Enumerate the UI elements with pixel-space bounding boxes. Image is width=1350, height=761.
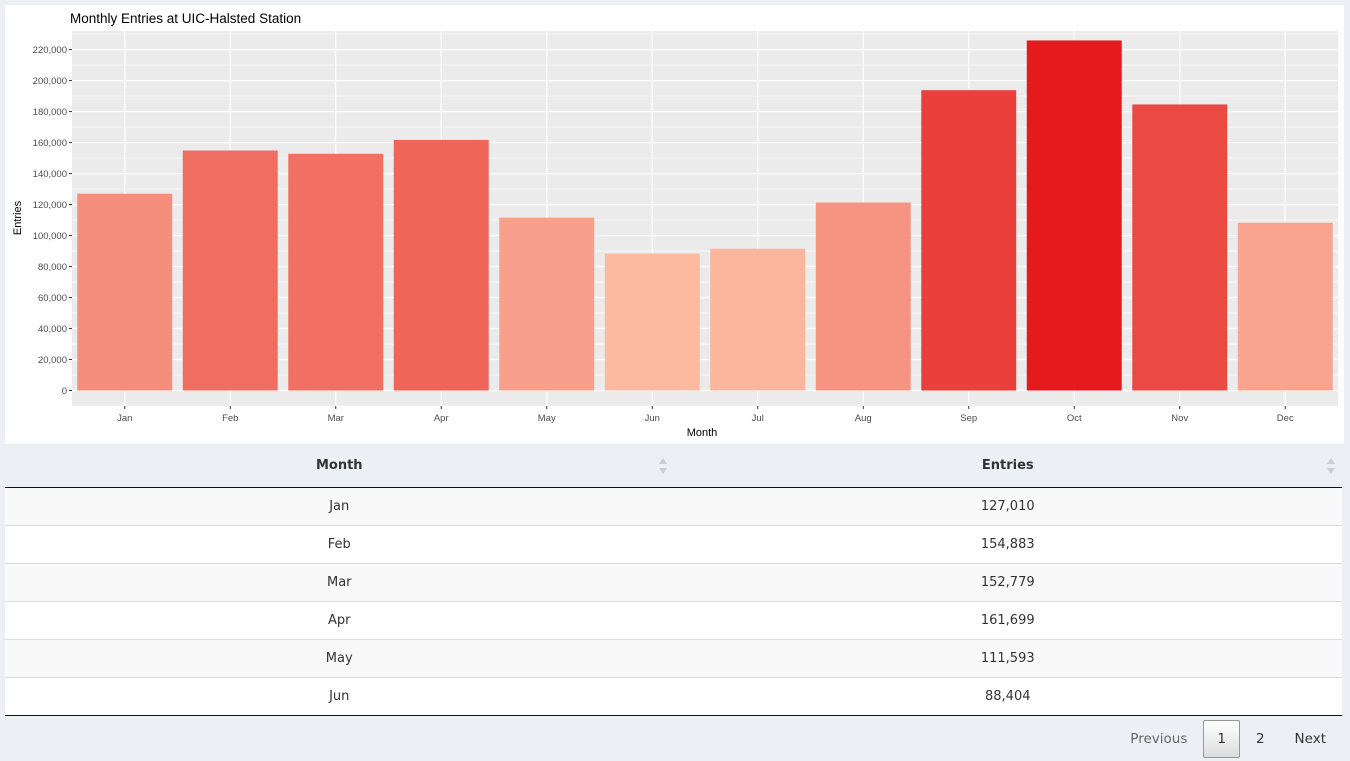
y-tick-label: 200,000 [33,76,67,87]
bar-aug [815,202,911,391]
table-row: Jun 88,404 [5,677,1342,716]
cell-month: Mar [5,563,674,602]
x-tick-label: Aug [855,413,872,424]
y-axis: 0 20,000 40,000 60,000 80,000 100,000 120,000 1… [33,45,72,397]
y-tick-label: 160,000 [33,138,67,149]
bar-sep [921,90,1017,391]
table-header-row: Month Entries [5,444,1342,488]
cell-month: Jun [5,677,674,716]
bar-apr [393,139,489,391]
bar-jun [604,253,700,391]
y-tick-label: 0 [62,386,67,397]
chart-panel: Monthly Entries at UIC-Halsted Station 0… [5,5,1344,444]
bar-mar [288,153,384,391]
y-tick-label: 120,000 [33,200,67,211]
x-tick-label: Jan [117,413,132,424]
bar-chart: Monthly Entries at UIC-Halsted Station 0… [12,11,1338,439]
table-row: Jan 127,010 [5,487,1342,526]
cell-entries: 152,779 [673,563,1342,602]
x-tick-label: Dec [1277,413,1294,424]
y-axis-title: Entries [12,200,24,235]
x-axis-title: Month [687,427,718,439]
x-tick-label: Oct [1067,413,1082,424]
cell-entries: 127,010 [673,487,1342,526]
cell-entries: 88,404 [673,677,1342,716]
bar-may [499,217,595,391]
x-tick-label: Sep [960,413,977,424]
chart-title: Monthly Entries at UIC-Halsted Station [70,11,301,26]
x-tick-label: Mar [328,413,344,424]
x-tick-label: Nov [1171,413,1188,424]
x-tick-label: May [538,413,556,424]
x-tick-label: Apr [434,413,449,424]
sort-icon[interactable] [1327,458,1336,474]
y-tick-label: 180,000 [33,107,67,118]
x-tick-label: Feb [222,413,238,424]
cell-month: Feb [5,525,674,564]
cell-entries: 161,699 [673,601,1342,640]
cell-month: May [5,639,674,678]
column-header-entries[interactable]: Entries [673,444,1342,488]
cell-month: Apr [5,601,674,640]
bar-dec [1237,222,1333,391]
data-table: Month Entries Jan 127,010 Feb 154,883 Ma… [5,444,1342,716]
cell-month: Jan [5,487,674,526]
y-tick-label: 140,000 [33,169,67,180]
column-header-month[interactable]: Month [5,444,674,488]
table-row: Mar 152,779 [5,563,1342,602]
bar-nov [1132,104,1228,391]
y-tick-label: 40,000 [38,324,67,335]
sort-icon[interactable] [658,458,668,474]
column-header-label: Entries [981,458,1034,473]
bar-oct [1026,40,1122,391]
y-tick-label: 60,000 [38,293,67,304]
page-1-button[interactable]: 1 [1203,720,1240,758]
x-tick-label: Jul [752,413,764,424]
x-tick-label: Jun [645,413,660,424]
column-header-label: Month [315,458,363,473]
bar-jul [710,248,806,391]
page-2-button[interactable]: 2 [1242,720,1279,758]
table-row: Feb 154,883 [5,525,1342,564]
y-tick-label: 20,000 [38,355,67,366]
data-table-container: Month Entries Jan 127,010 Feb 154,883 Ma… [5,444,1342,716]
y-tick-label: 220,000 [33,45,67,56]
table-row: May 111,593 [5,639,1342,678]
x-axis: Jan Feb Mar Apr May Jun Jul Aug Sep Oct Nov Dec [117,406,1294,424]
previous-page-button[interactable]: Previous [1116,720,1201,758]
cell-entries: 154,883 [673,525,1342,564]
next-page-button[interactable]: Next [1281,720,1340,758]
y-tick-label: 100,000 [33,231,67,242]
pagination: Previous 1 2 Next [1114,720,1340,758]
bar-feb [182,150,278,391]
table-row: Apr 161,699 [5,601,1342,640]
y-tick-label: 80,000 [38,262,67,273]
cell-entries: 111,593 [673,639,1342,678]
bar-jan [77,193,173,391]
